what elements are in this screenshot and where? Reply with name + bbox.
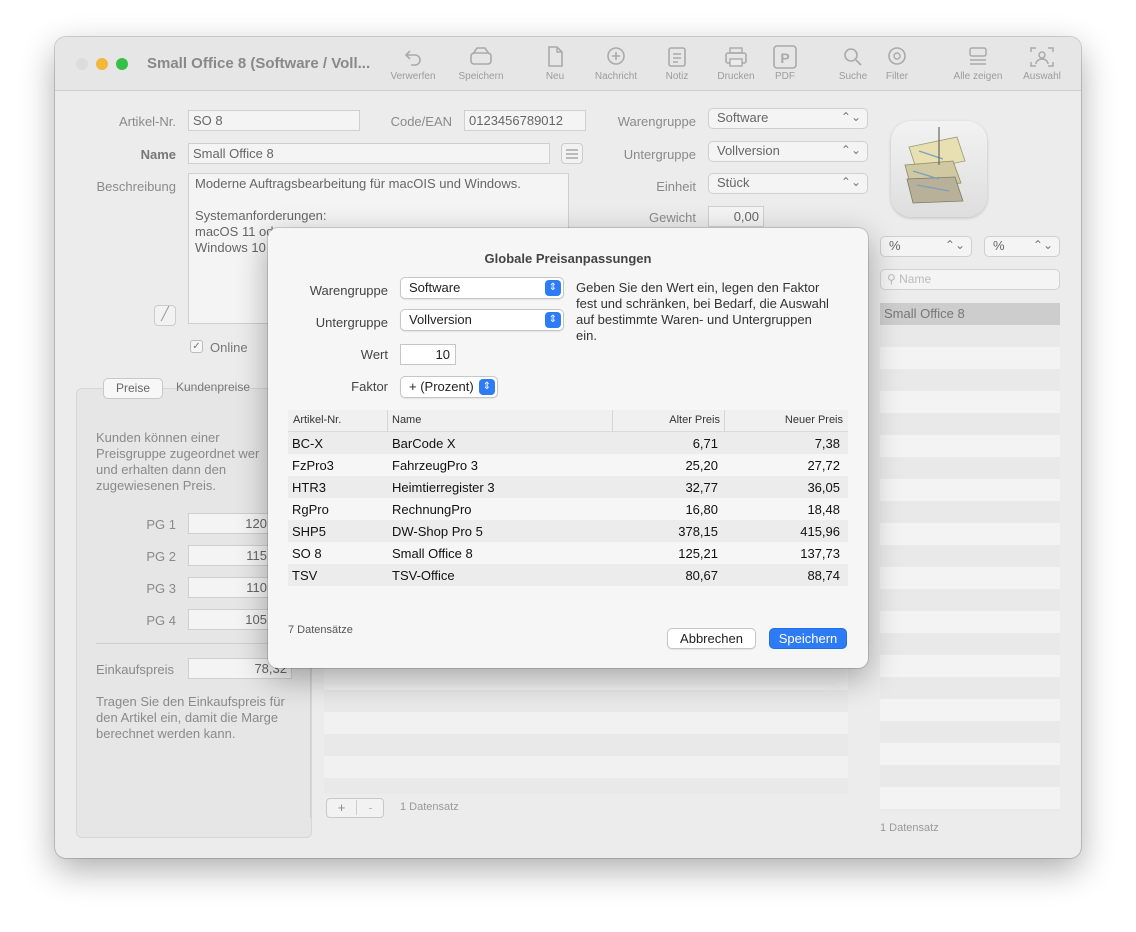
cell-name: DW-Shop Pro 5 bbox=[392, 524, 483, 539]
popup-value: Vollversion bbox=[409, 312, 472, 327]
cell-name: TSV-Office bbox=[392, 568, 455, 583]
cell-name: Heimtierregister 3 bbox=[392, 480, 495, 495]
table-header: Artikel-Nr. Name Alter Preis Neuer Preis bbox=[288, 410, 848, 432]
cell-neuer-preis: 18,48 bbox=[807, 502, 840, 517]
cell-alter-preis: 6,71 bbox=[692, 436, 718, 451]
chevron-updown-icon: ⇕ bbox=[479, 379, 495, 395]
column-header-name[interactable]: Name bbox=[392, 414, 421, 426]
cell-neuer-preis: 88,74 bbox=[807, 568, 840, 583]
cell-artikel: FzPro3 bbox=[292, 458, 334, 473]
cell-neuer-preis: 137,73 bbox=[800, 546, 840, 561]
dialog-help-text: Geben Sie den Wert ein, legen den Faktor… bbox=[576, 280, 854, 344]
dialog-warengruppe-label: Warengruppe bbox=[309, 283, 388, 298]
cell-artikel: HTR3 bbox=[292, 480, 326, 495]
cell-artikel: TSV bbox=[292, 568, 318, 583]
table-row[interactable]: SO 8 Small Office 8 125,21 137,73 bbox=[288, 542, 848, 564]
dialog-warengruppe-popup[interactable]: Software ⇕ bbox=[400, 277, 564, 299]
cell-alter-preis: 80,67 bbox=[685, 568, 718, 583]
cell-alter-preis: 25,20 bbox=[685, 458, 718, 473]
cell-alter-preis: 16,80 bbox=[685, 502, 718, 517]
cell-artikel: SHP5 bbox=[292, 524, 326, 539]
table-row[interactable]: RgPro RechnungPro 16,80 18,48 bbox=[288, 498, 848, 520]
cell-name: Small Office 8 bbox=[392, 546, 473, 561]
dialog-faktor-popup[interactable]: + (Prozent) ⇕ bbox=[400, 376, 498, 398]
dialog-record-count: 7 Datensätze bbox=[288, 624, 353, 636]
cell-name: FahrzeugPro 3 bbox=[392, 458, 478, 473]
popup-value: Software bbox=[409, 280, 461, 295]
cell-name: RechnungPro bbox=[392, 502, 472, 517]
table-row[interactable]: SHP5 DW-Shop Pro 5 378,15 415,96 bbox=[288, 520, 848, 542]
column-divider bbox=[387, 410, 388, 432]
column-header-artikel[interactable]: Artikel-Nr. bbox=[293, 414, 341, 426]
column-header-neuer-preis[interactable]: Neuer Preis bbox=[785, 414, 843, 426]
column-divider bbox=[612, 410, 613, 432]
help-line: auf bestimmte Waren- und Untergruppen bbox=[576, 312, 812, 327]
dialog-untergruppe-popup[interactable]: Vollversion ⇕ bbox=[400, 309, 564, 331]
cell-artikel: SO 8 bbox=[292, 546, 322, 561]
dialog-faktor-label: Faktor bbox=[351, 379, 388, 394]
table-row[interactable]: FzPro3 FahrzeugPro 3 25,20 27,72 bbox=[288, 454, 848, 476]
cell-neuer-preis: 27,72 bbox=[807, 458, 840, 473]
cell-alter-preis: 125,21 bbox=[678, 546, 718, 561]
cancel-button[interactable]: Abbrechen bbox=[667, 628, 756, 649]
popup-value: + (Prozent) bbox=[409, 379, 474, 394]
price-table: Artikel-Nr. Name Alter Preis Neuer Preis… bbox=[288, 410, 848, 586]
dialog-untergruppe-label: Untergruppe bbox=[315, 315, 388, 330]
dialog-title: Globale Preisanpassungen bbox=[484, 251, 652, 266]
help-line: ein. bbox=[576, 328, 597, 343]
chevron-updown-icon: ⇕ bbox=[545, 312, 561, 328]
cell-name: BarCode X bbox=[392, 436, 456, 451]
chevron-updown-icon: ⇕ bbox=[545, 280, 561, 296]
dialog-wert-label: Wert bbox=[360, 347, 388, 362]
column-header-alter-preis[interactable]: Alter Preis bbox=[669, 414, 720, 426]
table-row[interactable]: TSV TSV-Office 80,67 88,74 bbox=[288, 564, 848, 586]
table-row[interactable]: BC-X BarCode X 6,71 7,38 bbox=[288, 432, 848, 454]
column-divider bbox=[724, 410, 725, 432]
global-price-dialog: Globale Preisanpassungen Warengruppe Sof… bbox=[268, 228, 868, 668]
cell-neuer-preis: 415,96 bbox=[800, 524, 840, 539]
table-row[interactable]: HTR3 Heimtierregister 3 32,77 36,05 bbox=[288, 476, 848, 498]
cell-artikel: BC-X bbox=[292, 436, 324, 451]
cell-neuer-preis: 36,05 bbox=[807, 480, 840, 495]
cell-neuer-preis: 7,38 bbox=[814, 436, 840, 451]
cell-alter-preis: 378,15 bbox=[678, 524, 718, 539]
help-line: Geben Sie den Wert ein, legen den Faktor bbox=[576, 280, 820, 295]
cell-alter-preis: 32,77 bbox=[685, 480, 718, 495]
dialog-wert-field[interactable]: 10 bbox=[400, 344, 456, 365]
save-button[interactable]: Speichern bbox=[769, 628, 847, 649]
help-line: fest und schränken, bei Bedarf, die Ausw… bbox=[576, 296, 829, 311]
cell-artikel: RgPro bbox=[292, 502, 329, 517]
